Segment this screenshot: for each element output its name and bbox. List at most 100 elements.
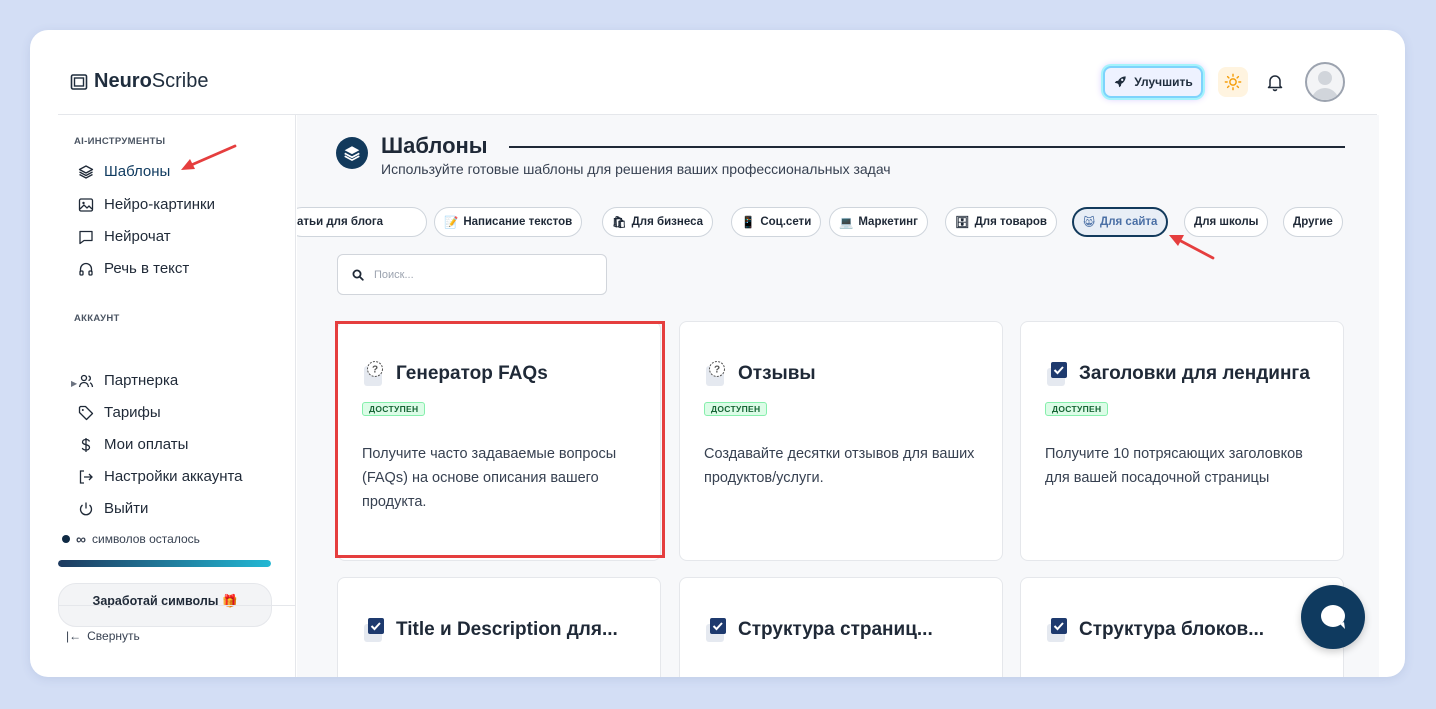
rocket-icon — [1115, 76, 1126, 88]
status-badge: ДОСТУПЕН — [704, 402, 768, 416]
sidebar-item-label: Нейро-картинки — [104, 196, 215, 213]
template-card-page-structure[interactable]: Структура страниц... — [679, 577, 1003, 677]
sidebar-item-label: Мои оплаты — [104, 436, 189, 453]
template-card-reviews[interactable]: ? Отзывы ДОСТУПЕН Создавайте десятки отз… — [679, 321, 1003, 561]
dollar-icon — [81, 437, 91, 452]
sidebar-item-speech-to-text[interactable]: Речь в текст — [78, 260, 189, 277]
sidebar-item-tariffs[interactable]: Тарифы — [78, 404, 161, 421]
section-title-tools: AI-ИНСТРУМЕНТЫ — [74, 136, 166, 147]
sidebar-item-label: Тарифы — [104, 404, 161, 421]
chip-marketing[interactable]: 💻 Маркетинг — [829, 207, 928, 237]
collapse-sidebar-button[interactable]: |← Свернуть — [66, 629, 140, 643]
checkbox-icon — [706, 618, 726, 642]
status-badge: ДОСТУПЕН — [362, 402, 426, 416]
chip-blog-articles[interactable]: атьи для блога — [297, 207, 427, 237]
template-card-landing-headlines[interactable]: Заголовки для лендинга ДОСТУПЕН Получите… — [1020, 321, 1344, 561]
logo-name-rest: Scribe — [151, 70, 209, 92]
sidebar-item-neurochat[interactable]: Нейрочат — [78, 228, 171, 245]
card-title: ? Отзывы — [704, 360, 816, 388]
chip-label: Для сайта — [1100, 216, 1158, 228]
search-icon — [352, 269, 364, 281]
chip-icon: 📝 — [444, 217, 459, 229]
tag-icon — [78, 405, 94, 420]
chip-label: атьи для блога — [297, 216, 384, 228]
chip-other[interactable]: Другие — [1283, 207, 1343, 237]
layers-icon — [78, 164, 94, 179]
logout-arrow-icon — [79, 469, 93, 484]
chip-writing[interactable]: 📝 Написание текстов — [434, 207, 583, 237]
symbols-count: ∞ — [76, 531, 86, 547]
headphones-icon — [79, 262, 93, 276]
sun-icon — [1224, 73, 1242, 91]
symbols-progress-bar — [58, 560, 271, 567]
card-title-text: Заголовки для лендинга — [1079, 363, 1310, 384]
chat-bubble-icon — [1321, 605, 1345, 629]
card-description: Получите часто задаваемые вопросы (FAQs)… — [362, 446, 617, 510]
card-title-text: Отзывы — [738, 363, 816, 384]
symbols-remaining: ∞ символов осталось — [58, 531, 200, 547]
logo[interactable]: NeuroScribe — [70, 70, 209, 93]
card-title-text: Генератор FAQs — [396, 363, 548, 384]
chip-icon: 💻 — [839, 217, 854, 229]
chip-label: Соц.сети — [760, 216, 812, 228]
theme-toggle[interactable] — [1218, 67, 1248, 97]
page-subtitle: Используйте готовые шаблоны для решения … — [381, 161, 891, 177]
bell-icon — [1267, 75, 1283, 92]
chip-social[interactable]: 📱 Соц.сети — [731, 207, 822, 237]
chip-label: Для товаров — [974, 216, 1047, 228]
template-card-faq[interactable]: ? Генератор FAQs ДОСТУПЕН Получите часто… — [337, 321, 661, 561]
card-title: Заголовки для лендинга — [1045, 360, 1310, 388]
checkbox-icon — [1047, 362, 1067, 386]
avatar[interactable] — [1305, 62, 1345, 102]
title-divider — [509, 146, 1345, 148]
chip-business[interactable]: 🛍 Для бизнеса — [602, 207, 714, 237]
card-description: Создавайте десятки отзывов для ваших про… — [704, 446, 975, 486]
logo-name-bold: Neuro — [94, 70, 152, 92]
card-title-text: Структура блоков... — [1079, 619, 1265, 640]
upgrade-button[interactable]: Улучшить — [1103, 66, 1203, 98]
chip-website[interactable]: 😸 Для сайта — [1072, 207, 1169, 237]
sidebar-item-templates[interactable]: Шаблоны — [78, 163, 170, 180]
logo-icon — [70, 73, 88, 90]
search-box[interactable] — [337, 254, 607, 295]
chat-icon — [79, 230, 93, 244]
sidebar-item-payments[interactable]: Мои оплаты — [78, 436, 188, 453]
checkbox-icon — [364, 618, 384, 642]
upgrade-label: Улучшить — [1134, 75, 1193, 89]
chip-label: Написание текстов — [463, 216, 573, 228]
power-icon — [79, 502, 93, 515]
sidebar-item-label: Шаблоны — [104, 163, 171, 180]
card-title: Title и Description для... — [362, 616, 618, 644]
templates-title-icon — [336, 137, 368, 169]
card-title-text: Title и Description для... — [396, 619, 618, 640]
notifications-button[interactable] — [1263, 70, 1287, 94]
collapse-label: Свернуть — [87, 629, 140, 643]
support-chat-button[interactable] — [1301, 585, 1365, 649]
sidebar-item-account-settings[interactable]: Настройки аккаунта — [78, 468, 243, 485]
chip-products[interactable]: 🗄 Для товаров — [945, 207, 1057, 237]
image-icon — [78, 197, 94, 212]
caret-right-icon[interactable]: ▶ — [71, 379, 77, 388]
chip-icon: 📱 — [741, 217, 756, 229]
template-card-title-description[interactable]: Title и Description для... — [337, 577, 661, 677]
layers-icon — [344, 146, 360, 162]
sidebar-item-label: Настройки аккаунта — [104, 468, 243, 485]
svg-text:?: ? — [372, 365, 378, 376]
sidebar-item-neuro-images[interactable]: Нейро-картинки — [78, 196, 215, 213]
card-title: Структура блоков... — [1045, 616, 1264, 644]
template-card-blocks-structure[interactable]: Структура блоков... — [1020, 577, 1344, 677]
sidebar-item-label: Партнерка — [104, 372, 179, 389]
chip-label: Для школы — [1194, 216, 1259, 228]
symbols-progress-fill — [58, 560, 271, 567]
sidebar-item-logout[interactable]: Выйти — [78, 500, 148, 517]
sidebar-bottom-divider — [58, 605, 296, 606]
chip-label: Для бизнеса — [631, 216, 704, 228]
sidebar-item-partner[interactable]: Партнерка — [78, 372, 178, 389]
header: NeuroScribe Улучшить — [30, 30, 1405, 114]
chip-icon: 😸 — [1083, 217, 1095, 229]
status-badge: ДОСТУПЕН — [1045, 402, 1109, 416]
search-input[interactable] — [374, 268, 584, 281]
page-title: Шаблоны — [381, 133, 488, 158]
chip-school[interactable]: Для школы — [1184, 207, 1269, 237]
chip-label: Маркетинг — [858, 216, 918, 228]
